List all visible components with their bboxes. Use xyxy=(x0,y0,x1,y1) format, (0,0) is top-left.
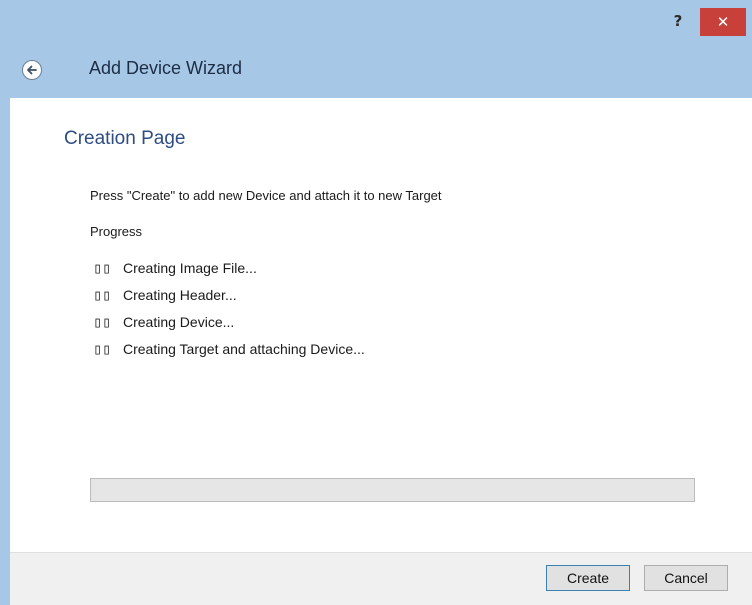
instruction-text: Press "Create" to add new Device and att… xyxy=(90,188,442,203)
help-button[interactable]: ? xyxy=(664,8,692,34)
wizard-footer: Create Cancel xyxy=(10,552,752,605)
wizard-window: ? ✕ Add Device Wizard Creation Page Pres… xyxy=(0,0,752,605)
step-item: ▯▯ Creating Header... xyxy=(93,281,365,308)
close-button[interactable]: ✕ xyxy=(700,8,746,36)
create-button[interactable]: Create xyxy=(546,565,630,591)
wizard-title: Add Device Wizard xyxy=(89,58,243,78)
back-arrow-icon[interactable] xyxy=(22,60,42,80)
title-bar: ? ✕ xyxy=(0,0,752,38)
step-item: ▯▯ Creating Target and attaching Device.… xyxy=(93,335,365,362)
progress-steps: ▯▯ Creating Image File... ▯▯ Creating He… xyxy=(93,254,365,362)
step-label: Creating Header... xyxy=(123,286,237,303)
step-status-icon: ▯▯ xyxy=(93,312,112,331)
step-label: Creating Image File... xyxy=(123,259,257,276)
progress-bar xyxy=(90,478,695,502)
step-label: Creating Target and attaching Device... xyxy=(123,340,365,357)
wizard-header: Add Device Wizard xyxy=(0,38,752,98)
step-status-icon: ▯▯ xyxy=(93,339,112,358)
cancel-button[interactable]: Cancel xyxy=(644,565,728,591)
page-title: Creation Page xyxy=(64,128,186,149)
step-status-icon: ▯▯ xyxy=(93,285,112,304)
progress-label: Progress xyxy=(90,224,143,239)
step-item: ▯▯ Creating Image File... xyxy=(93,254,365,281)
step-item: ▯▯ Creating Device... xyxy=(93,308,365,335)
wizard-content: Creation Page Press "Create" to add new … xyxy=(10,98,752,552)
step-status-icon: ▯▯ xyxy=(93,258,112,277)
step-label: Creating Device... xyxy=(123,313,235,330)
